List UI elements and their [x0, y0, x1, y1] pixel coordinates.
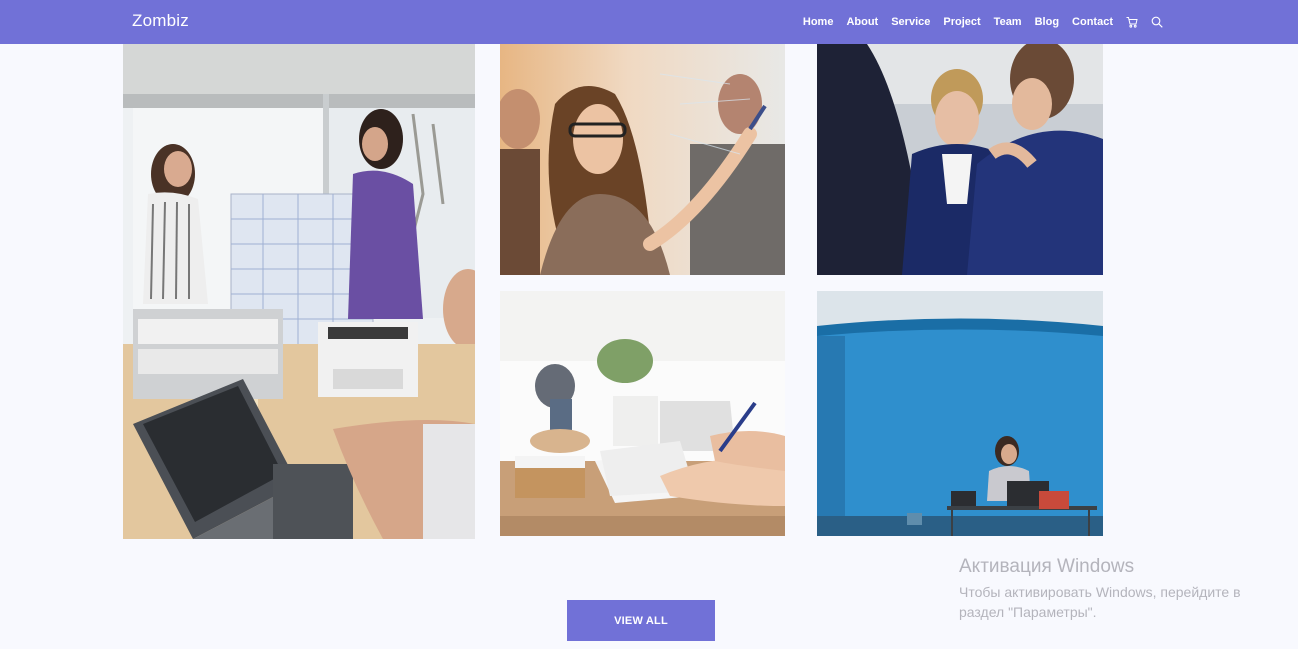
cart-icon[interactable] [1126, 16, 1138, 28]
brand-logo[interactable]: Zombiz [132, 11, 189, 31]
navbar: Zombiz Home About Service Project Team B… [0, 0, 1298, 44]
main-nav: Home About Service Project Team Blog Con… [790, 0, 1163, 44]
business-meeting-photo[interactable] [817, 44, 1103, 275]
nav-link-project[interactable]: Project [943, 16, 980, 28]
team-planning-photo[interactable] [123, 44, 475, 539]
whiteboard-writing-photo[interactable] [500, 44, 785, 275]
nav-link-team[interactable]: Team [994, 16, 1022, 28]
desk-writing-photo[interactable] [500, 291, 785, 536]
blue-room-office-photo[interactable] [817, 291, 1103, 536]
nav-link-blog[interactable]: Blog [1035, 16, 1059, 28]
nav-link-about[interactable]: About [846, 16, 878, 28]
search-icon[interactable] [1151, 16, 1163, 28]
windows-activation-watermark: Активация Windows Чтобы активировать Win… [959, 556, 1279, 622]
watermark-text: Чтобы активировать Windows, перейдите в … [959, 584, 1241, 620]
nav-link-home[interactable]: Home [803, 16, 834, 28]
watermark-title: Активация Windows [959, 556, 1135, 577]
view-all-button[interactable]: VIEW ALL [567, 600, 715, 641]
nav-link-contact[interactable]: Contact [1072, 16, 1113, 28]
nav-link-service[interactable]: Service [891, 16, 930, 28]
